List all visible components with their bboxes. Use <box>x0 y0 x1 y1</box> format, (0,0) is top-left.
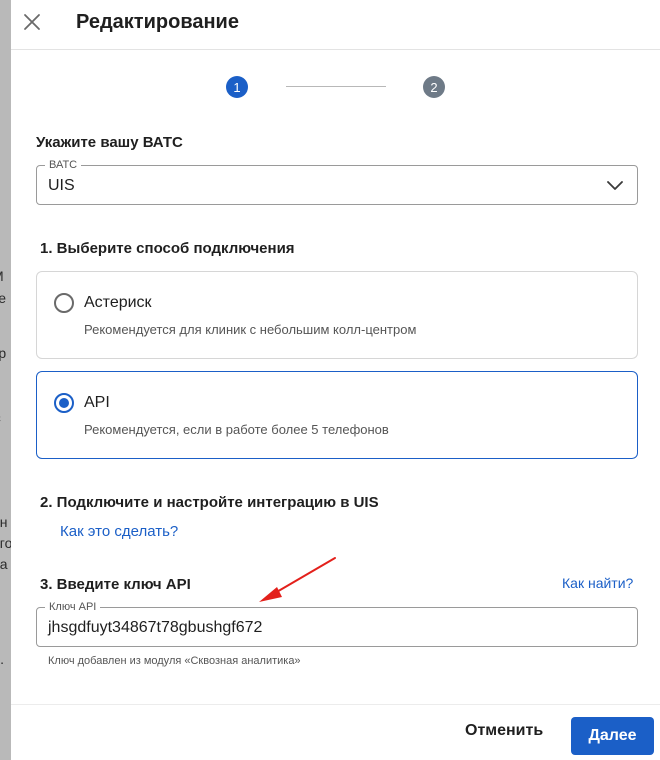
radio-asterisk[interactable] <box>54 293 74 313</box>
connection-heading: 1. Выберите способ подключения <box>40 240 295 257</box>
background-text: л. <box>0 651 5 667</box>
pbx-select-label: ВАТС <box>45 159 82 171</box>
page-title: Редактирование <box>76 11 239 33</box>
pbx-select[interactable]: ВАТС UIS <box>36 159 638 205</box>
option-description: Рекомендуется, если в работе более 5 тел… <box>84 422 389 437</box>
api-key-label: Ключ API <box>45 601 101 613</box>
option-title: Астериск <box>84 294 152 311</box>
option-api[interactable]: API Рекомендуется, если в работе более 5… <box>36 371 638 459</box>
api-key-value[interactable]: jhsgdfuyt34867t78gbushgf672 <box>48 619 262 637</box>
next-button[interactable]: Далее <box>571 717 654 755</box>
api-key-field[interactable]: Ключ API jhsgdfuyt34867t78gbushgf672 <box>36 601 638 647</box>
chevron-down-icon <box>607 181 623 190</box>
option-description: Рекомендуется для клиник с небольшим кол… <box>84 322 417 337</box>
background-page: М зе зр е с он его ба л. <box>0 0 11 760</box>
background-text: он <box>0 514 8 530</box>
option-asterisk[interactable]: Астериск Рекомендуется для клиник с небо… <box>36 271 638 359</box>
background-text: ба <box>0 556 8 572</box>
stepper: 1 2 <box>226 76 448 98</box>
option-title: API <box>84 394 110 411</box>
api-key-heading: 3. Введите ключ API <box>40 576 191 593</box>
background-text: зе <box>0 290 7 306</box>
background-text: его <box>0 535 11 551</box>
pbx-heading: Укажите вашу ВАТС <box>36 134 183 151</box>
drawer-footer: Отменить Далее <box>11 704 660 760</box>
integration-heading: 2. Подключите и настройте интеграцию в U… <box>40 494 379 511</box>
step-2: 2 <box>423 76 445 98</box>
radio-api[interactable] <box>54 393 74 413</box>
how-to-link[interactable]: Как это сделать? <box>60 523 178 540</box>
step-connector <box>286 86 386 87</box>
pbx-select-value: UIS <box>48 177 75 194</box>
close-icon <box>24 14 40 30</box>
background-text: с <box>0 410 1 428</box>
background-text: М <box>0 268 4 284</box>
cancel-button[interactable]: Отменить <box>465 722 543 740</box>
background-text: зр <box>0 345 7 361</box>
annotation-arrow <box>259 557 336 602</box>
step-1: 1 <box>226 76 248 98</box>
api-key-helper-text: Ключ добавлен из модуля «Сквозная аналит… <box>48 655 301 667</box>
edit-drawer: Редактирование 1 2 Укажите вашу ВАТС ВАТ… <box>11 0 660 760</box>
drawer-header: Редактирование <box>11 0 660 50</box>
how-to-find-link[interactable]: Как найти? <box>562 575 633 591</box>
close-button[interactable] <box>22 12 42 32</box>
